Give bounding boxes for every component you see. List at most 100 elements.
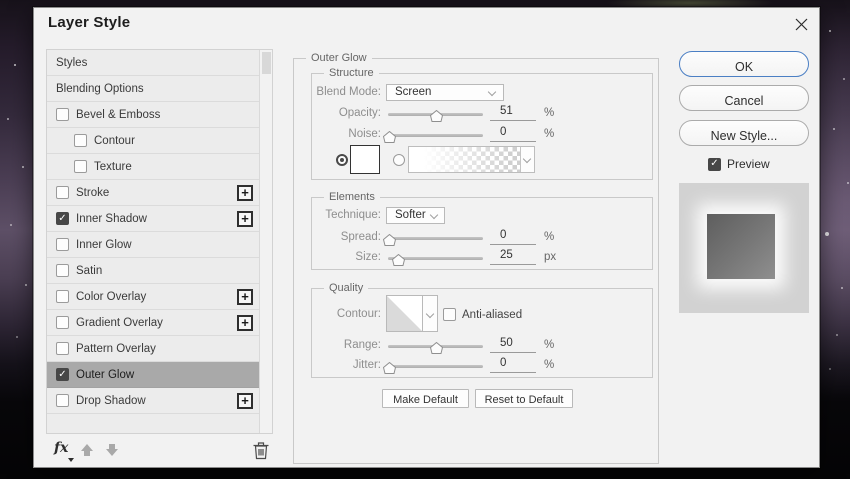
layer-style-dialog: Layer Style Styles Blending Options Beve… [33, 7, 820, 468]
add-effect-button[interactable]: + [237, 289, 253, 305]
sidebar-item-satin[interactable]: Satin [47, 258, 259, 284]
size-slider[interactable] [388, 254, 483, 266]
preview-checkbox[interactable]: ✓ [708, 157, 721, 171]
style-checkbox[interactable] [56, 290, 69, 303]
range-slider[interactable] [388, 342, 483, 354]
noise-slider-thumb[interactable] [382, 131, 396, 143]
opacity-slider[interactable] [388, 110, 483, 122]
opacity-slider-thumb[interactable] [430, 110, 444, 122]
size-slider-thumb[interactable] [391, 254, 405, 266]
delete-effect-icon[interactable] [252, 440, 270, 460]
opacity-label: Opacity: [338, 107, 381, 119]
style-checkbox[interactable] [56, 394, 69, 407]
cancel-button[interactable]: Cancel [679, 85, 809, 111]
jitter-slider[interactable] [382, 362, 483, 374]
elements-group: Elements Technique: Softer Spread: 0 % S… [311, 191, 653, 270]
check-icon: ✓ [710, 158, 719, 169]
contour-label: Contour: [336, 308, 381, 320]
fx-menu-button[interactable]: fx [54, 440, 78, 462]
jitter-row: Jitter: 0 % [312, 357, 652, 377]
technique-select[interactable]: Softer [386, 207, 445, 224]
add-effect-button[interactable]: + [237, 211, 253, 227]
add-effect-button[interactable]: + [237, 315, 253, 331]
add-effect-button[interactable]: + [237, 185, 253, 201]
spread-unit: % [544, 231, 555, 243]
new-style-button[interactable]: New Style... [679, 120, 809, 146]
noise-row: Noise: 0 % [312, 126, 652, 146]
ok-button[interactable]: OK [679, 51, 809, 77]
style-checkbox[interactable] [56, 186, 69, 199]
range-row: Range: 50 % [312, 337, 652, 357]
quality-legend: Quality [324, 282, 369, 294]
sidebar-item-blending-options[interactable]: Blending Options [47, 76, 259, 102]
anti-aliased-label: Anti-aliased [462, 309, 523, 321]
spread-slider-thumb[interactable] [382, 234, 396, 246]
range-slider-thumb[interactable] [429, 342, 443, 354]
sidebar-item-label: Satin [76, 264, 103, 277]
spread-input[interactable]: 0 [490, 229, 536, 245]
size-input[interactable]: 25 [490, 249, 536, 265]
gradient-dropdown[interactable] [520, 147, 534, 172]
spread-label: Spread: [340, 231, 381, 243]
sidebar-item-contour[interactable]: Contour [47, 128, 259, 154]
sidebar-item-styles[interactable]: Styles [47, 50, 259, 76]
sidebar-item-pattern-overlay[interactable]: Pattern Overlay [47, 336, 259, 362]
solid-color-radio[interactable] [336, 154, 348, 166]
style-checkbox[interactable] [74, 134, 87, 147]
range-input[interactable]: 50 [490, 337, 536, 353]
style-checkbox[interactable] [56, 316, 69, 329]
style-checkbox[interactable] [56, 264, 69, 277]
sidebar-item-bevel-emboss[interactable]: Bevel & Emboss [47, 102, 259, 128]
sidebar-item-label: Drop Shadow [76, 394, 146, 407]
sidebar-item-stroke[interactable]: Stroke + [47, 180, 259, 206]
structure-group: Structure Blend Mode: Screen Opacity: 51… [311, 67, 653, 180]
move-effect-up-icon[interactable] [79, 442, 95, 458]
style-checkbox[interactable] [56, 342, 69, 355]
contour-thumbnail[interactable] [386, 295, 423, 332]
add-effect-button[interactable]: + [237, 393, 253, 409]
noise-slider[interactable] [382, 131, 483, 143]
sidebar-item-label: Stroke [76, 186, 110, 199]
opacity-input[interactable]: 51 [490, 105, 536, 121]
sidebar-item-inner-shadow[interactable]: ✓ Inner Shadow + [47, 206, 259, 232]
range-unit: % [544, 339, 555, 351]
sidebar-item-inner-glow[interactable]: Inner Glow [47, 232, 259, 258]
technique-value: Softer [395, 209, 426, 221]
make-default-button[interactable]: Make Default [382, 389, 469, 408]
sidebar-item-label: Pattern Overlay [76, 342, 156, 355]
fx-caret-icon [68, 458, 74, 462]
anti-aliased-checkbox[interactable]: ✓ [443, 308, 456, 321]
style-checkbox[interactable] [56, 108, 69, 121]
sidebar-item-label: Blending Options [56, 82, 144, 95]
close-button[interactable] [790, 13, 812, 35]
sidebar-item-label: Outer Glow [76, 368, 135, 381]
blend-mode-select[interactable]: Screen [386, 84, 504, 101]
outer-glow-panel: Outer Glow Structure Blend Mode: Screen … [293, 52, 659, 464]
size-unit: px [544, 251, 557, 263]
move-effect-down-icon[interactable] [104, 442, 120, 458]
technique-label: Technique: [325, 209, 381, 221]
sidebar-item-gradient-overlay[interactable]: Gradient Overlay + [47, 310, 259, 336]
sidebar-item-texture[interactable]: Texture [47, 154, 259, 180]
contour-dropdown[interactable] [423, 295, 438, 332]
jitter-slider-thumb[interactable] [382, 362, 396, 374]
style-checkbox[interactable] [74, 160, 87, 173]
sidebar-scrollbar[interactable] [259, 50, 272, 433]
style-checkbox[interactable]: ✓ [56, 368, 69, 381]
opacity-unit: % [544, 107, 555, 119]
gradient-radio[interactable] [393, 154, 405, 166]
jitter-input[interactable]: 0 [490, 357, 536, 373]
noise-input[interactable]: 0 [490, 126, 536, 142]
sidebar-item-drop-shadow[interactable]: Drop Shadow + [47, 388, 259, 414]
noise-label: Noise: [348, 128, 381, 140]
reset-to-default-button[interactable]: Reset to Default [475, 389, 573, 408]
scrollbar-thumb[interactable] [262, 52, 271, 74]
glow-color-swatch[interactable] [350, 145, 380, 174]
style-checkbox[interactable] [56, 238, 69, 251]
sidebar-item-color-overlay[interactable]: Color Overlay + [47, 284, 259, 310]
style-checkbox[interactable]: ✓ [56, 212, 69, 225]
sidebar-item-outer-glow[interactable]: ✓ Outer Glow [47, 362, 259, 388]
chevron-down-icon [429, 210, 439, 220]
spread-slider[interactable] [382, 234, 483, 246]
gradient-picker[interactable] [408, 146, 535, 173]
